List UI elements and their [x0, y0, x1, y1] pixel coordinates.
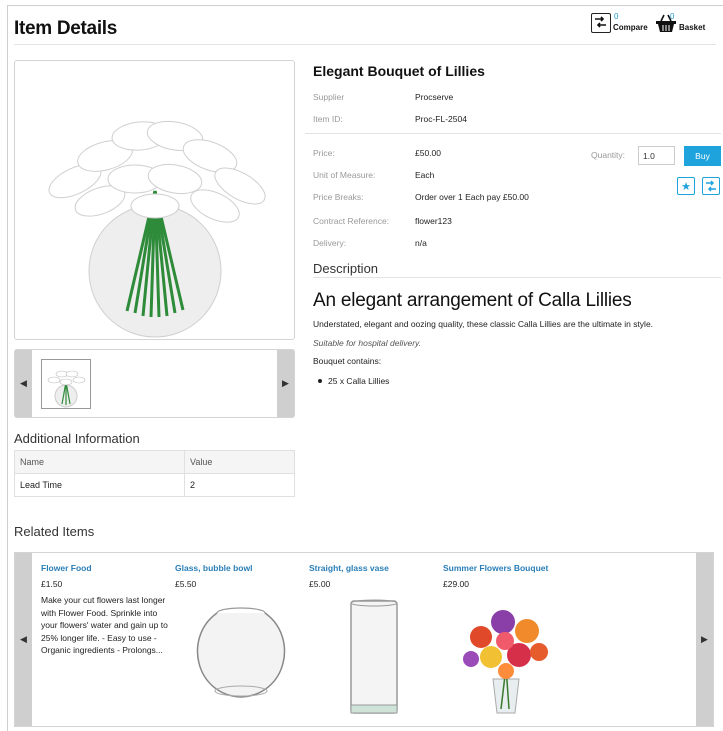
- price-value: £50.00: [415, 148, 441, 158]
- bubble-bowl-image[interactable]: [191, 597, 291, 707]
- related-next-button[interactable]: ▶: [696, 553, 713, 726]
- glass-vase-image[interactable]: [345, 597, 405, 717]
- related-item: Summer Flowers Bouquet £29.00: [443, 563, 573, 589]
- description-note: Suitable for hospital delivery.: [313, 338, 422, 348]
- supplier-value: Procserve: [415, 92, 454, 102]
- price-breaks-value: Order over 1 Each pay £50.00: [415, 192, 529, 202]
- description-heading: Description: [313, 261, 379, 276]
- thumbnail-image[interactable]: [41, 359, 91, 409]
- related-items-carousel: ◀ Flower Food £1.50 Make your cut flower…: [14, 552, 714, 727]
- thumbnail-carousel: ◀ ▶: [14, 349, 295, 418]
- contract-label: Contract Reference:: [313, 216, 390, 226]
- chevron-left-icon: ◀: [20, 634, 27, 644]
- item-id-value: Proc-FL-2504: [415, 114, 467, 124]
- related-item-price: £29.00: [443, 579, 469, 589]
- compare-icon: [591, 13, 611, 33]
- related-item-link[interactable]: Straight, glass vase: [309, 563, 439, 573]
- table-row: Lead Time 2: [14, 473, 295, 497]
- contract-value: flower123: [415, 216, 452, 226]
- price-breaks-label: Price Breaks:: [313, 192, 364, 202]
- chevron-left-icon: ◀: [20, 378, 27, 388]
- details-divider: [305, 133, 721, 134]
- table-cell: 2: [184, 473, 295, 497]
- related-item-link[interactable]: Summer Flowers Bouquet: [443, 563, 573, 573]
- page-title: Item Details: [14, 18, 118, 39]
- related-item: Flower Food £1.50 Make your cut flowers …: [41, 563, 171, 657]
- quantity-label: Quantity:: [591, 150, 626, 160]
- related-item-link[interactable]: Glass, bubble bowl: [175, 563, 305, 573]
- description-text: Understated, elegant and oozing quality,…: [313, 319, 654, 329]
- related-item-description: Make your cut flowers last longer with F…: [41, 595, 168, 655]
- related-item-price: £5.00: [309, 579, 331, 589]
- related-item-price: £5.50: [175, 579, 197, 589]
- product-title: Elegant Bouquet of Lillies: [313, 63, 485, 79]
- delivery-label: Delivery:: [313, 238, 347, 248]
- related-item-price: £1.50: [41, 579, 63, 589]
- compare-button[interactable]: 0 Compare: [591, 12, 648, 33]
- chevron-right-icon: ▶: [701, 634, 708, 644]
- related-prev-button[interactable]: ◀: [15, 553, 32, 726]
- summer-bouquet-image[interactable]: [451, 597, 561, 717]
- delivery-value: n/a: [415, 238, 427, 248]
- related-item-link[interactable]: Flower Food: [41, 563, 171, 573]
- star-icon: ★: [681, 180, 691, 193]
- related-item: Glass, bubble bowl £5.50: [175, 563, 305, 589]
- column-header: Name: [14, 450, 185, 474]
- related-item: Straight, glass vase £5.00: [309, 563, 439, 589]
- header-divider: [14, 44, 716, 45]
- basket-button[interactable]: 0 Basket: [655, 12, 706, 33]
- table-header-row: Name Value: [14, 450, 295, 474]
- bouquet-contains-label: Bouquet contains:: [313, 356, 382, 366]
- uom-label: Unit of Measure:: [313, 170, 376, 180]
- table-cell: Lead Time: [14, 473, 185, 497]
- description-divider: [313, 277, 721, 278]
- additional-info-heading: Additional Information: [14, 431, 140, 446]
- basket-label: Basket: [679, 23, 706, 32]
- list-item: 25 x Calla Lillies: [317, 376, 390, 386]
- add-to-compare-button[interactable]: [702, 177, 720, 195]
- buy-button[interactable]: Buy: [684, 146, 721, 166]
- main-product-image: [14, 60, 295, 340]
- thumb-prev-button[interactable]: ◀: [15, 350, 32, 417]
- related-items-heading: Related Items: [14, 524, 95, 539]
- compare-count: 0: [614, 12, 619, 21]
- compare-label: Compare: [613, 23, 648, 32]
- uom-value: Each: [415, 170, 435, 180]
- item-id-label: Item ID:: [313, 114, 343, 124]
- thumb-next-button[interactable]: ▶: [277, 350, 294, 417]
- basket-count: 0: [670, 12, 675, 21]
- column-header: Value: [184, 450, 295, 474]
- quantity-input[interactable]: [638, 146, 675, 165]
- favourite-button[interactable]: ★: [677, 177, 695, 195]
- supplier-label: Supplier: [313, 92, 345, 102]
- price-label: Price:: [313, 148, 335, 158]
- description-title: An elegant arrangement of Calla Lillies: [313, 290, 632, 311]
- compare-icon: [706, 180, 716, 192]
- chevron-right-icon: ▶: [282, 378, 289, 388]
- additional-info-table: Name Value Lead Time 2: [14, 450, 295, 497]
